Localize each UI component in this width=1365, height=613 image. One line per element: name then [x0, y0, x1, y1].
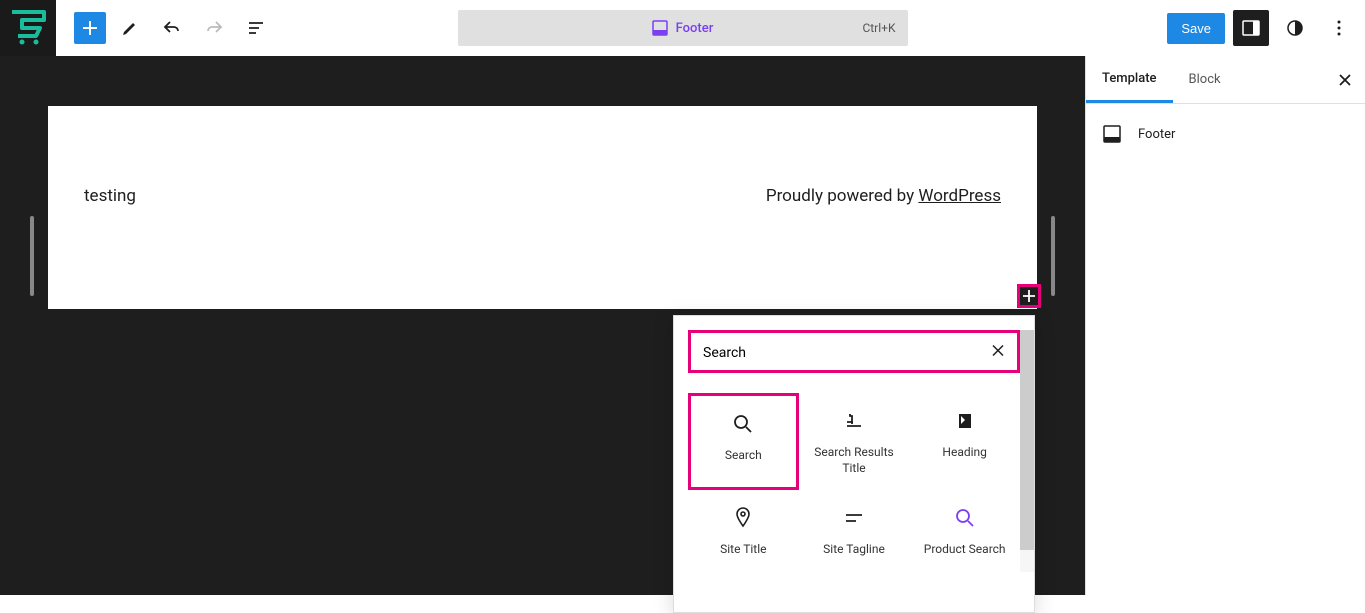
redo-icon — [204, 18, 224, 38]
site-logo[interactable] — [0, 0, 56, 56]
cart-logo-icon — [8, 10, 48, 46]
sidebar-template-label: Footer — [1138, 127, 1175, 142]
credits-prefix: Proudly powered by — [766, 186, 919, 206]
document-bar-center: Footer — [652, 20, 714, 36]
undo-button[interactable] — [154, 10, 190, 46]
pencil-icon — [120, 18, 140, 38]
toolbar-right: Save — [1167, 10, 1365, 46]
heading-icon — [956, 407, 974, 435]
sidebar-body: Footer — [1086, 104, 1365, 164]
resize-handle-left[interactable] — [30, 216, 34, 296]
block-inserter-popover: Search Search Results Title Heading Site… — [673, 315, 1035, 613]
inserter-search-input[interactable] — [703, 345, 981, 361]
block-label: Product Search — [924, 542, 1006, 558]
tagline-icon — [843, 504, 865, 532]
styles-button[interactable] — [1277, 10, 1313, 46]
undo-icon — [162, 18, 182, 38]
block-item-product-search[interactable]: Product Search — [909, 490, 1020, 572]
template-part-icon — [652, 20, 668, 36]
settings-toggle[interactable] — [1233, 10, 1269, 46]
sidebar-tabs: Template Block — [1086, 56, 1365, 104]
canvas-credits[interactable]: Proudly powered by WordPress — [766, 186, 1001, 206]
inserter-results-grid: Search Search Results Title Heading Site… — [674, 383, 1034, 612]
close-icon — [991, 343, 1005, 357]
template-part-icon — [1102, 124, 1122, 144]
block-item-search[interactable]: Search — [688, 393, 799, 490]
tools-button[interactable] — [112, 10, 148, 46]
resize-handle-right[interactable] — [1051, 216, 1055, 296]
pin-icon — [733, 504, 753, 532]
close-sidebar-button[interactable] — [1333, 68, 1357, 92]
product-search-icon — [954, 504, 976, 532]
scrollbar-thumb[interactable] — [1020, 330, 1034, 550]
sidebar-template-row[interactable]: Footer — [1102, 124, 1349, 144]
block-item-heading[interactable]: Heading — [909, 393, 1020, 490]
tab-template[interactable]: Template — [1086, 56, 1173, 103]
list-icon — [246, 18, 266, 38]
block-label: Search Results Title — [803, 445, 906, 476]
block-label: Search — [725, 448, 762, 464]
settings-sidebar: Template Block Footer — [1085, 56, 1365, 595]
block-item-search-results-title[interactable]: Search Results Title — [799, 393, 910, 490]
block-appender-button[interactable] — [1017, 284, 1041, 308]
more-vertical-icon — [1329, 18, 1349, 38]
search-icon — [732, 410, 754, 438]
plus-icon — [1021, 288, 1037, 304]
contrast-icon — [1285, 18, 1305, 38]
close-icon — [1338, 73, 1352, 87]
editor-canvas[interactable]: testing Proudly powered by WordPress — [48, 106, 1037, 309]
details-button[interactable] — [238, 10, 274, 46]
block-label: Site Tagline — [823, 542, 885, 558]
document-shortcut: Ctrl+K — [862, 21, 895, 35]
add-block-button[interactable] — [74, 12, 106, 44]
canvas-area: testing Proudly powered by WordPress — [0, 56, 1085, 595]
sidebar-icon — [1241, 18, 1261, 38]
tab-block[interactable]: Block — [1173, 56, 1237, 103]
clear-search-button[interactable] — [991, 342, 1005, 361]
block-label: Heading — [942, 445, 987, 461]
save-button[interactable]: Save — [1167, 13, 1225, 44]
redo-button[interactable] — [196, 10, 232, 46]
main-area: testing Proudly powered by WordPress — [0, 56, 1365, 595]
toolbar-left — [56, 10, 274, 46]
credits-link[interactable]: WordPress — [918, 186, 1001, 206]
top-toolbar: Footer Ctrl+K Save — [0, 0, 1365, 56]
inserter-scrollbar[interactable] — [1020, 330, 1034, 572]
options-button[interactable] — [1321, 10, 1357, 46]
plus-icon — [80, 18, 100, 38]
block-item-site-tagline[interactable]: Site Tagline — [799, 490, 910, 572]
block-item-site-title[interactable]: Site Title — [688, 490, 799, 572]
document-bar[interactable]: Footer Ctrl+K — [458, 10, 908, 46]
inserter-search-box — [688, 330, 1020, 373]
title-icon — [843, 407, 865, 435]
document-label: Footer — [676, 21, 714, 36]
block-label: Site Title — [720, 542, 766, 558]
inserter-search-wrap — [674, 316, 1034, 383]
